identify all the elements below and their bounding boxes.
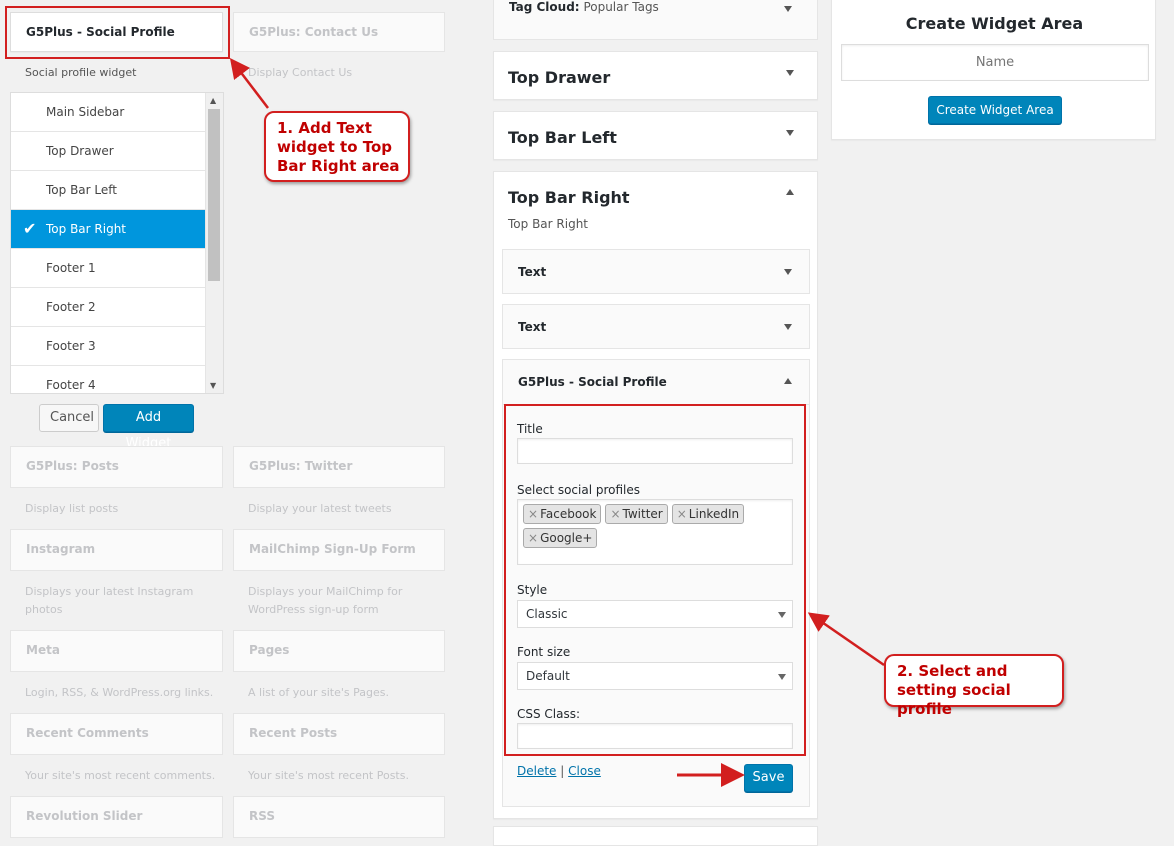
annotation-step2: 2. Select and setting social profile — [884, 654, 1064, 718]
arrow-to-widget — [229, 58, 269, 109]
annotation-step1-text: 1. Add Text widget to Top Bar Right area — [277, 119, 400, 175]
annotation-step1: 1. Add Text widget to Top Bar Right area — [264, 111, 410, 182]
arrow-to-form — [807, 612, 885, 667]
